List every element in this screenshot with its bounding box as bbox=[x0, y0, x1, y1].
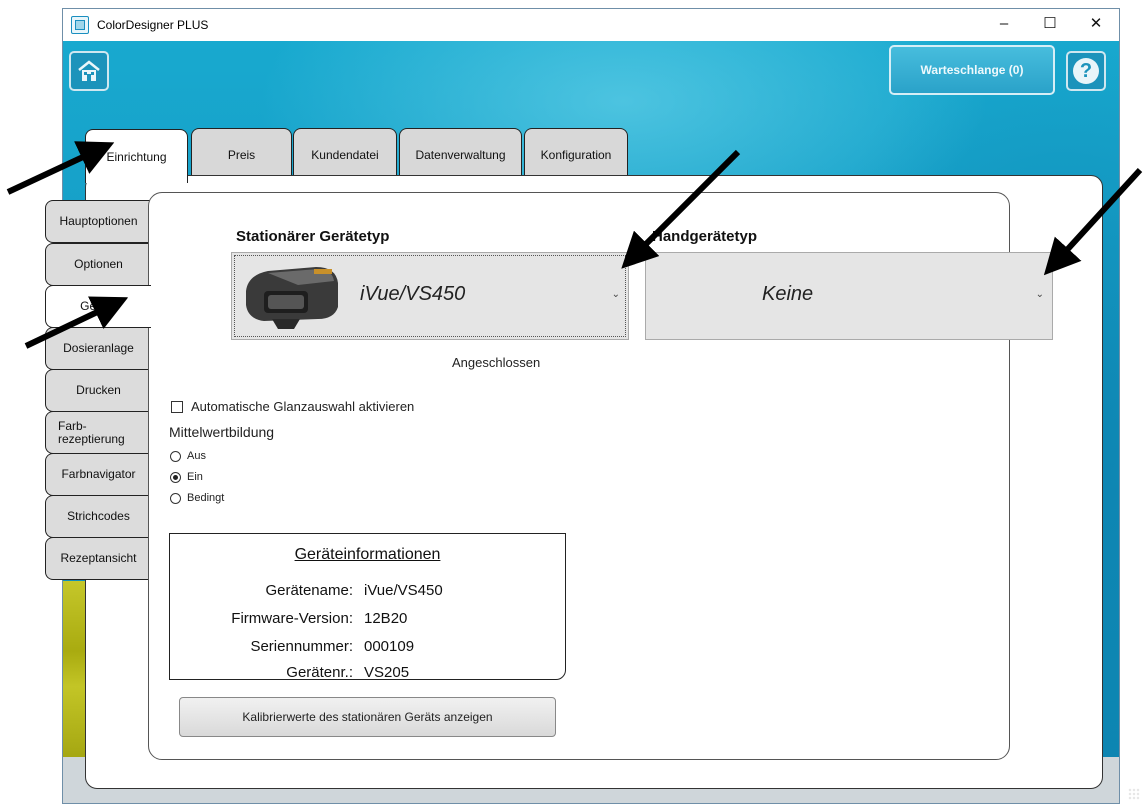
sidebar-item-label: Rezeptansicht bbox=[60, 551, 137, 565]
tab-label: Einrichtung bbox=[106, 149, 167, 164]
sidebar-item-label: Drucken bbox=[76, 383, 121, 397]
radio-label: Ein bbox=[187, 471, 203, 483]
gloss-checkbox[interactable] bbox=[171, 400, 183, 413]
home-button[interactable] bbox=[69, 51, 109, 91]
device-info-value: 000109 bbox=[364, 638, 415, 655]
chevron-down-icon: ⌄ bbox=[611, 289, 620, 300]
sidebar-item-label: Strichcodes bbox=[67, 509, 130, 523]
device-info-value: iVue/VS450 bbox=[364, 582, 443, 599]
sidebar-item-label: Dosieranlage bbox=[63, 341, 134, 355]
device-info-key: Seriennummer: bbox=[250, 638, 353, 655]
tab-label: Datenverwaltung bbox=[415, 147, 506, 162]
device-info-value: VS205 bbox=[364, 664, 410, 681]
handheld-device-title: Handgerätetyp bbox=[652, 228, 758, 245]
minimize-button[interactable]: – bbox=[981, 9, 1027, 41]
averaging-option-ein[interactable]: Ein bbox=[170, 471, 203, 483]
tab-kundendatei[interactable]: Kundendatei bbox=[293, 128, 397, 180]
help-icon: ? bbox=[1073, 58, 1099, 84]
sidebar-item-label: Optionen bbox=[74, 257, 123, 271]
sidebar-item-label: Hauptoptionen bbox=[59, 214, 138, 228]
help-button[interactable]: ? bbox=[1066, 51, 1106, 91]
gloss-checkbox-row[interactable]: Automatische Glanzauswahl aktivieren bbox=[171, 399, 414, 414]
window-title: ColorDesigner PLUS bbox=[97, 18, 209, 32]
tab-einrichtung[interactable]: Einrichtung bbox=[85, 129, 188, 183]
device-info-box: Geräteinformationen Gerätename: iVue/VS4… bbox=[169, 533, 566, 681]
queue-button[interactable]: Warteschlange (0) bbox=[889, 45, 1055, 95]
sidebar-item-dosieranlage[interactable]: Dosieranlage bbox=[45, 327, 151, 370]
sidebar-item-farbrezeptierung[interactable]: Farb- rezeptierung bbox=[45, 411, 151, 454]
handheld-device-dropdown[interactable]: Keine ⌄ bbox=[645, 252, 1053, 340]
tab-konfiguration[interactable]: Konfiguration bbox=[524, 128, 628, 180]
chevron-down-icon: ⌄ bbox=[1035, 289, 1044, 300]
handheld-device-value: Keine bbox=[762, 283, 814, 305]
show-calibration-button[interactable]: Kalibrierwerte des stationären Geräts an… bbox=[179, 697, 556, 737]
radio-label: Aus bbox=[187, 450, 206, 462]
home-icon bbox=[78, 60, 100, 81]
connection-status: Angeschlossen bbox=[452, 355, 541, 370]
sidebar-item-label: Farbnavigator bbox=[61, 467, 136, 481]
device-info-key: Gerätenr.: bbox=[286, 664, 353, 681]
stationary-device-value: iVue/VS450 bbox=[360, 283, 466, 305]
sidebar-item-hauptoptionen[interactable]: Hauptoptionen bbox=[45, 200, 151, 243]
sidebar-item-label: Farb- rezeptierung bbox=[58, 418, 125, 446]
sidebar-item-drucken[interactable]: Drucken bbox=[45, 369, 151, 412]
tab-datenverwaltung[interactable]: Datenverwaltung bbox=[399, 128, 522, 180]
device-info-value: 12B20 bbox=[364, 610, 408, 627]
tab-preis[interactable]: Preis bbox=[191, 128, 292, 180]
tab-label: Kundendatei bbox=[311, 147, 379, 162]
close-button[interactable]: ✕ bbox=[1073, 9, 1119, 41]
tab-label: Konfiguration bbox=[540, 147, 612, 162]
device-info-key: Gerätename: bbox=[265, 582, 353, 599]
averaging-label: Mittelwertbildung bbox=[169, 424, 275, 440]
maximize-button[interactable]: ☐ bbox=[1027, 9, 1073, 41]
app-icon bbox=[71, 16, 89, 34]
sidebar-item-rezeptansicht[interactable]: Rezeptansicht bbox=[45, 537, 151, 580]
resize-grip[interactable] bbox=[1128, 788, 1140, 800]
gloss-checkbox-label: Automatische Glanzauswahl aktivieren bbox=[191, 399, 415, 414]
radio-button[interactable] bbox=[170, 492, 181, 504]
sidebar-item-geraete[interactable]: Geräte bbox=[45, 285, 151, 328]
tab-label: Preis bbox=[227, 147, 256, 162]
stationary-device-dropdown[interactable]: iVue/VS450 ⌄ bbox=[231, 252, 629, 340]
device-info-key: Firmware-Version: bbox=[231, 610, 353, 627]
title-bar: ColorDesigner PLUS – ☐ ✕ bbox=[63, 9, 1119, 41]
radio-button[interactable] bbox=[170, 450, 181, 462]
device-info-title: Geräteinformationen bbox=[294, 546, 441, 563]
sidebar-item-strichcodes[interactable]: Strichcodes bbox=[45, 495, 151, 538]
radio-label: Bedingt bbox=[187, 492, 225, 504]
sidebar-item-farbnavigator[interactable]: Farbnavigator bbox=[45, 453, 151, 496]
averaging-option-aus[interactable]: Aus bbox=[170, 450, 206, 462]
radio-button[interactable] bbox=[170, 471, 181, 483]
sidebar-item-optionen[interactable]: Optionen bbox=[45, 243, 151, 286]
averaging-option-bedingt[interactable]: Bedingt bbox=[170, 492, 224, 504]
spectrophotometer-icon bbox=[246, 267, 338, 329]
sidebar-item-label: Geräte bbox=[80, 299, 117, 313]
stationary-device-title: Stationärer Gerätetyp bbox=[236, 228, 390, 245]
